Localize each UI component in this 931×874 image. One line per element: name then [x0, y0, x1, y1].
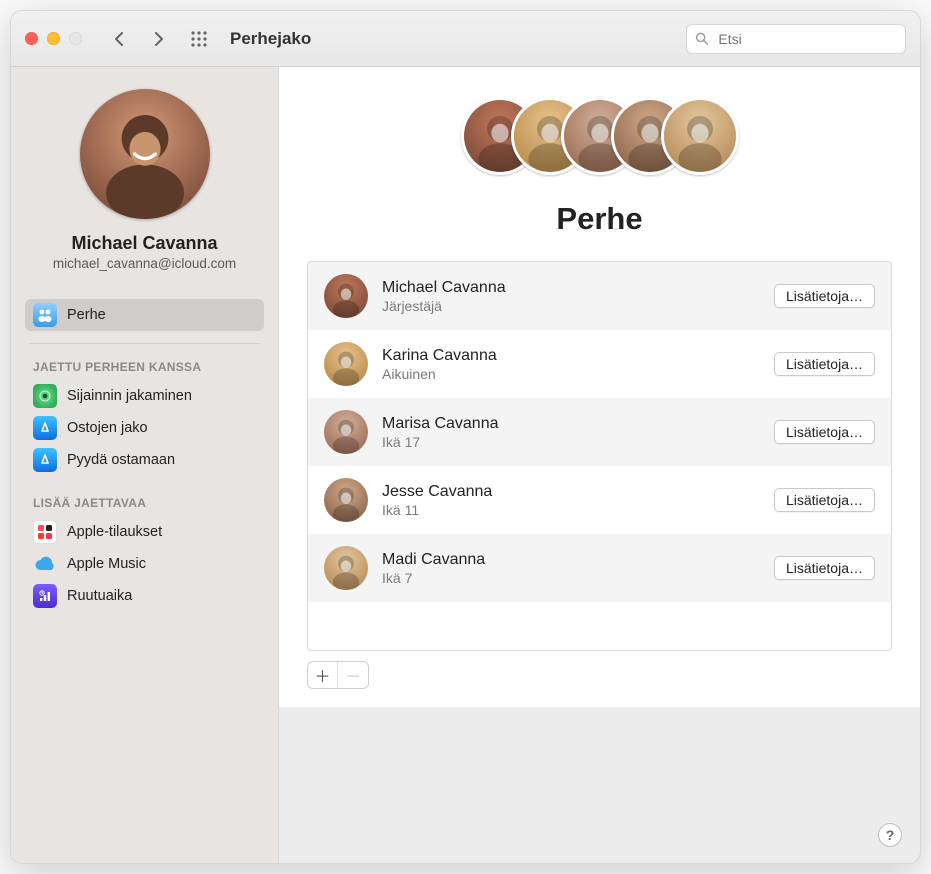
member-avatar — [324, 274, 368, 318]
family-icon — [33, 303, 57, 327]
profile-email: michael_cavanna@icloud.com — [53, 256, 236, 271]
member-name: Marisa Cavanna — [382, 415, 760, 433]
details-button[interactable]: Lisätietoja… — [774, 284, 875, 308]
window-title: Perhejako — [230, 29, 311, 49]
titlebar: Perhejako — [11, 11, 920, 67]
help-button[interactable]: ? — [878, 823, 902, 847]
member-info: Michael Cavanna Järjestäjä — [382, 279, 760, 314]
icloud-icon — [33, 552, 57, 576]
minimize-window-button[interactable] — [47, 32, 60, 45]
appstore-icon — [33, 416, 57, 440]
profile-name: Michael Cavanna — [71, 233, 217, 254]
close-window-button[interactable] — [25, 32, 38, 45]
sidebar: Michael Cavanna michael_cavanna@icloud.c… — [11, 67, 279, 863]
member-name: Madi Cavanna — [382, 551, 760, 569]
sidebar-item-location[interactable]: Sijainnin jakaminen — [25, 380, 264, 412]
screentime-icon — [33, 584, 57, 608]
details-button[interactable]: Lisätietoja… — [774, 420, 875, 444]
add-member-button[interactable]: ＋ — [308, 662, 338, 688]
traffic-lights — [25, 32, 82, 45]
sidebar-heading-shared: JAETTU PERHEEN KANSSA — [25, 356, 264, 380]
family-avatar-stack — [307, 97, 892, 175]
sidebar-item-label: Pyydä ostamaan — [67, 452, 175, 468]
details-button[interactable]: Lisätietoja… — [774, 556, 875, 580]
member-avatar — [324, 546, 368, 590]
member-row[interactable]: Karina Cavanna Aikuinen Lisätietoja… — [308, 330, 891, 398]
search-icon — [695, 31, 708, 46]
content-pane: Perhe Michael Cavanna Järjestäjä Lisätie… — [279, 67, 920, 707]
sidebar-item-label: Apple Music — [67, 556, 146, 572]
member-role: Ikä 7 — [382, 570, 760, 586]
sidebar-item-label: Perhe — [67, 307, 106, 323]
sidebar-item-label: Ostojen jako — [67, 420, 148, 436]
sidebar-divider — [29, 343, 260, 344]
profile-avatar[interactable] — [80, 89, 210, 219]
member-info: Marisa Cavanna Ikä 17 — [382, 415, 760, 450]
member-avatar — [324, 410, 368, 454]
member-info: Jesse Cavanna Ikä 11 — [382, 483, 760, 518]
search-field[interactable] — [686, 24, 906, 54]
member-avatar — [324, 478, 368, 522]
sidebar-item-label: Sijainnin jakaminen — [67, 388, 192, 404]
sidebar-heading-more: LISÄÄ JAETTAVAA — [25, 492, 264, 516]
subscriptions-icon — [33, 520, 57, 544]
table-footer: ＋ － — [307, 661, 892, 689]
show-all-button[interactable] — [184, 26, 214, 52]
content-title: Perhe — [307, 201, 892, 237]
appstore-icon — [33, 448, 57, 472]
member-role: Aikuinen — [382, 366, 760, 382]
member-role: Ikä 11 — [382, 502, 760, 518]
details-button[interactable]: Lisätietoja… — [774, 488, 875, 512]
sidebar-item-subscriptions[interactable]: Apple-tilaukset — [25, 516, 264, 548]
member-row[interactable]: Madi Cavanna Ikä 7 Lisätietoja… — [308, 534, 891, 602]
member-info: Karina Cavanna Aikuinen — [382, 347, 760, 382]
member-avatar — [324, 342, 368, 386]
member-name: Michael Cavanna — [382, 279, 760, 297]
sidebar-item-purchases[interactable]: Ostojen jako — [25, 412, 264, 444]
sidebar-item-label: Ruutuaika — [67, 588, 132, 604]
profile-block: Michael Cavanna michael_cavanna@icloud.c… — [25, 89, 264, 283]
member-info: Madi Cavanna Ikä 7 — [382, 551, 760, 586]
findmy-icon — [33, 384, 57, 408]
search-input[interactable] — [716, 30, 897, 48]
details-button[interactable]: Lisätietoja… — [774, 352, 875, 376]
remove-member-button[interactable]: － — [338, 662, 368, 688]
sidebar-item-label: Apple-tilaukset — [67, 524, 162, 540]
window: Perhejako — [10, 10, 921, 864]
member-row[interactable]: Marisa Cavanna Ikä 17 Lisätietoja… — [308, 398, 891, 466]
member-row[interactable]: Jesse Cavanna Ikä 11 Lisätietoja… — [308, 466, 891, 534]
zoom-window-button[interactable] — [69, 32, 82, 45]
sidebar-item-family[interactable]: Perhe — [25, 299, 264, 331]
members-table: Michael Cavanna Järjestäjä Lisätietoja… … — [307, 261, 892, 651]
sidebar-item-ask[interactable]: Pyydä ostamaan — [25, 444, 264, 476]
back-button[interactable] — [104, 26, 134, 52]
member-name: Karina Cavanna — [382, 347, 760, 365]
member-name: Jesse Cavanna — [382, 483, 760, 501]
forward-button[interactable] — [144, 26, 174, 52]
member-row[interactable]: Michael Cavanna Järjestäjä Lisätietoja… — [308, 262, 891, 330]
sidebar-item-music[interactable]: Apple Music — [25, 548, 264, 580]
member-role: Järjestäjä — [382, 298, 760, 314]
family-avatar — [661, 97, 739, 175]
sidebar-item-screentime[interactable]: Ruutuaika — [25, 580, 264, 612]
member-role: Ikä 17 — [382, 434, 760, 450]
